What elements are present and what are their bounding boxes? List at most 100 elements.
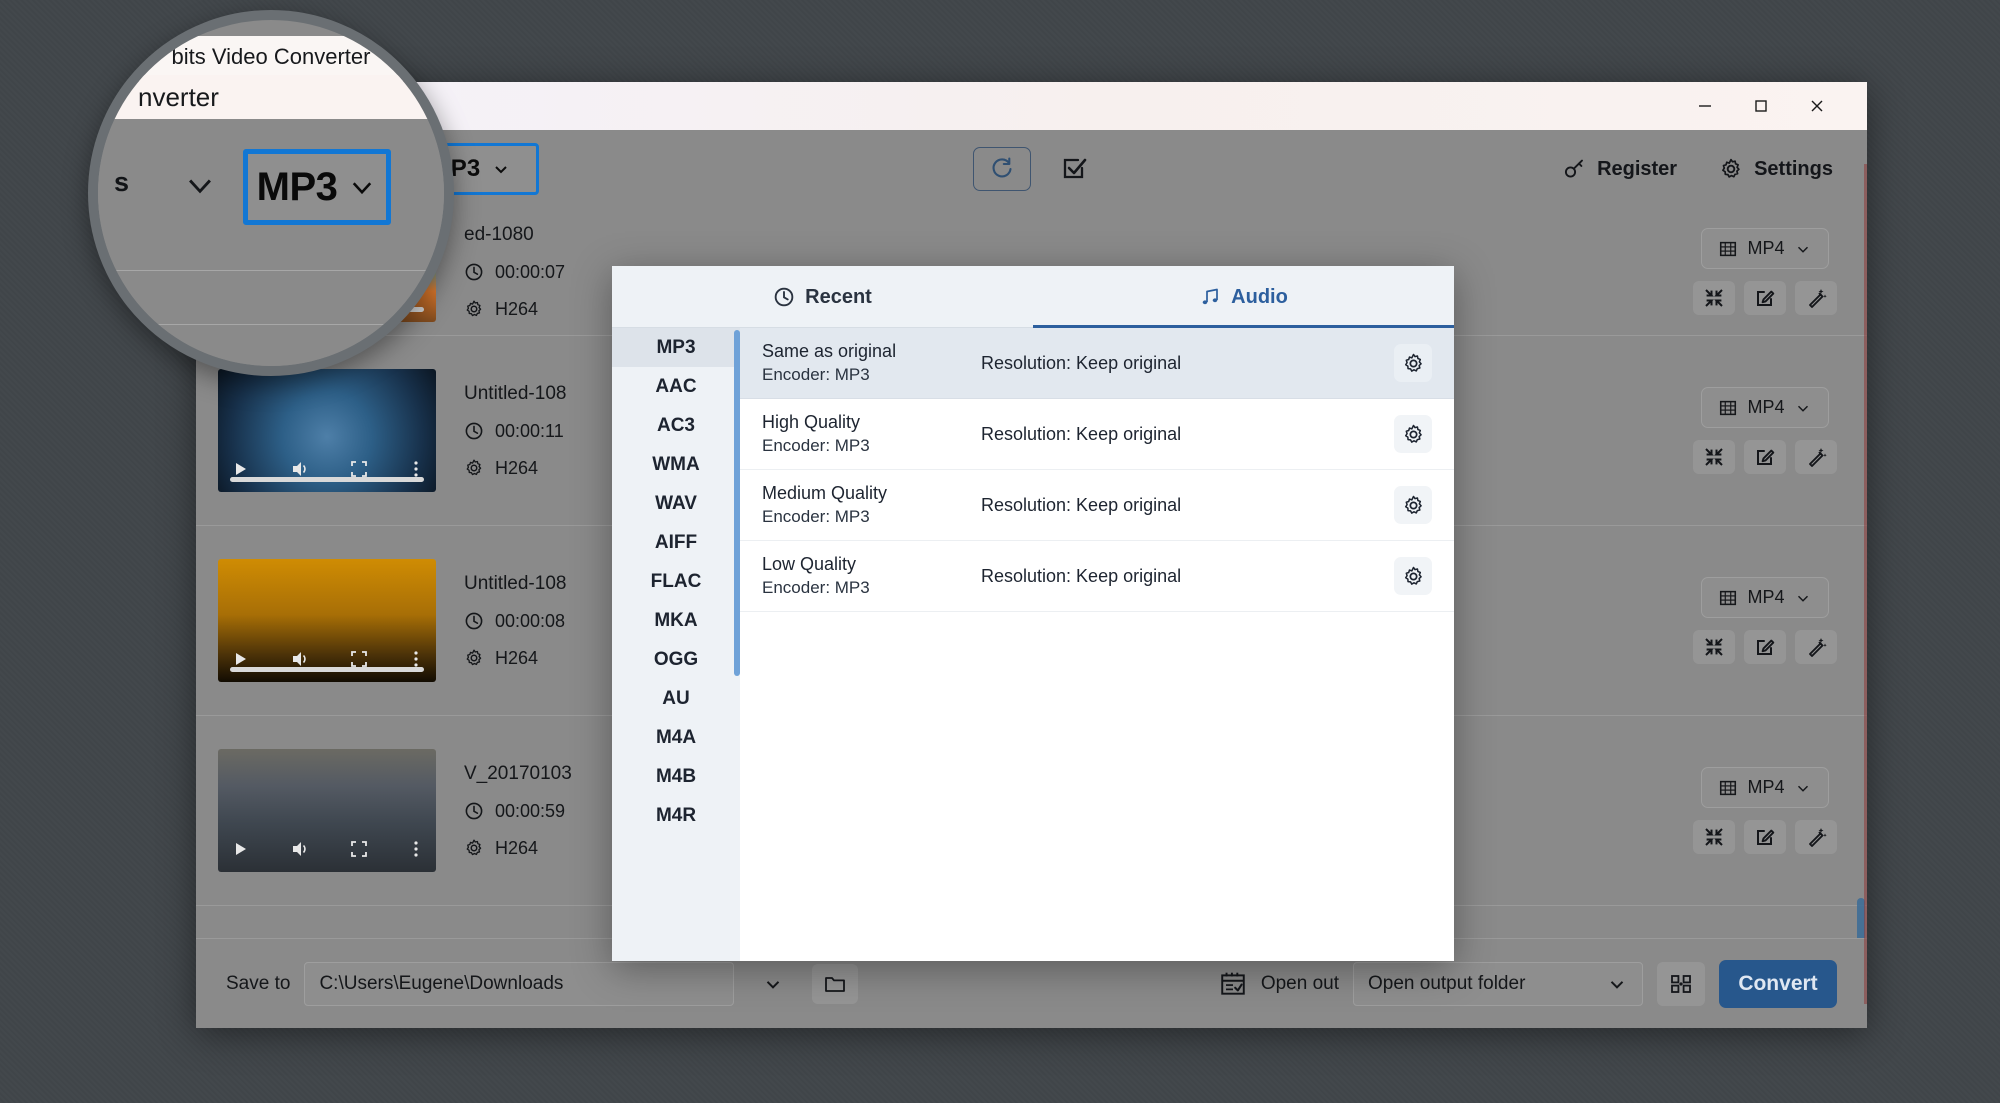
format-list[interactable]: MP3 AAC AC3 WMA WAV AIFF FLAC MKA OGG AU… — [612, 328, 740, 961]
format-item-wav[interactable]: WAV — [612, 484, 740, 523]
enhance-button[interactable] — [1795, 440, 1837, 474]
video-thumbnail[interactable] — [218, 369, 436, 492]
tab-recent-label: Recent — [805, 285, 872, 308]
edit-icon — [1757, 639, 1775, 655]
magnified-toolbar: s MP3 — [98, 119, 444, 366]
compress-button[interactable] — [1693, 820, 1735, 854]
format-item-flac[interactable]: FLAC — [612, 562, 740, 601]
save-path-value: C:\Users\Eugene\Downloads — [319, 972, 564, 994]
fullscreen-icon[interactable] — [349, 459, 369, 479]
browse-folder-button[interactable] — [812, 963, 859, 1004]
preset-name: Medium Quality — [762, 483, 888, 503]
more-options-icon[interactable] — [408, 459, 424, 479]
gear-icon — [466, 300, 482, 317]
gear-icon — [466, 839, 482, 856]
preset-row-medium-quality[interactable]: Medium Quality Encoder: MP3 Resolution: … — [740, 470, 1454, 541]
video-thumbnail[interactable] — [218, 749, 436, 872]
preset-settings-button[interactable] — [1394, 557, 1432, 595]
play-icon[interactable] — [230, 459, 250, 479]
preset-resolution: Resolution: Keep original — [981, 352, 1182, 373]
row-output-format[interactable]: MP4 — [1701, 577, 1829, 618]
format-item-m4a[interactable]: M4A — [612, 718, 740, 757]
enhance-button[interactable] — [1795, 820, 1837, 854]
format-item-m4b[interactable]: M4B — [612, 757, 740, 796]
fullscreen-icon[interactable] — [349, 649, 369, 669]
open-output-select[interactable]: Open output folder — [1353, 961, 1643, 1006]
chevron-down-icon — [182, 167, 218, 208]
row-output-format[interactable]: MP4 — [1701, 387, 1829, 428]
convert-button[interactable]: Convert — [1719, 959, 1837, 1008]
magnified-output-format-button[interactable]: MP3 — [243, 149, 391, 225]
tab-audio[interactable]: Audio — [1033, 266, 1454, 328]
preset-settings-button[interactable] — [1394, 486, 1432, 524]
file-name: V_20170103 — [464, 762, 572, 784]
panel-tabs: Recent Audio — [612, 266, 1454, 328]
preset-settings-button[interactable] — [1394, 415, 1432, 453]
calendar-check-icon — [1221, 972, 1245, 995]
preset-row-low-quality[interactable]: Low Quality Encoder: MP3 Resolution: Kee… — [740, 541, 1454, 612]
edit-button[interactable] — [1744, 281, 1786, 315]
chevron-down-icon — [353, 182, 372, 195]
preset-title-block: Low Quality Encoder: MP3 — [762, 554, 977, 598]
enhance-button[interactable] — [1795, 630, 1837, 664]
preset-row-same-as-original[interactable]: Same as original Encoder: MP3 Resolution… — [740, 328, 1454, 399]
row-format-value: MP4 — [1747, 238, 1785, 258]
format-item-ac3[interactable]: AC3 — [612, 406, 740, 445]
file-duration: 00:00:08 — [495, 610, 566, 631]
schedule-button[interactable] — [1219, 970, 1247, 998]
compress-icon — [1705, 638, 1723, 656]
row-output-format[interactable]: MP4 — [1701, 228, 1829, 269]
playback-progress[interactable] — [230, 477, 424, 482]
format-item-ogg[interactable]: OGG — [612, 640, 740, 679]
edit-button[interactable] — [1744, 630, 1786, 664]
format-item-aiff[interactable]: AIFF — [612, 523, 740, 562]
row-output-format[interactable]: MP4 — [1701, 767, 1829, 808]
play-icon[interactable] — [230, 649, 250, 669]
file-codec: H264 — [495, 457, 539, 478]
preset-settings-button[interactable] — [1394, 344, 1432, 382]
format-list-scrollbar-thumb[interactable] — [734, 330, 740, 676]
row-format-value: MP4 — [1747, 397, 1785, 417]
settings-button[interactable]: Settings — [1719, 157, 1833, 181]
register-button[interactable]: Register — [1562, 157, 1677, 181]
compress-button[interactable] — [1693, 440, 1735, 474]
file-duration-line: 00:00:11 — [464, 421, 566, 442]
playback-progress[interactable] — [230, 667, 424, 672]
play-icon[interactable] — [230, 839, 250, 859]
open-out-label: Open out — [1260, 972, 1339, 994]
preset-row-high-quality[interactable]: High Quality Encoder: MP3 Resolution: Ke… — [740, 399, 1454, 470]
compress-icon — [1705, 448, 1723, 466]
select-all-button[interactable] — [1057, 152, 1091, 186]
file-codec: H264 — [495, 298, 539, 319]
refresh-button[interactable] — [972, 147, 1031, 191]
format-item-au[interactable]: AU — [612, 679, 740, 718]
refresh-icon — [992, 157, 1012, 178]
gear-icon — [1404, 353, 1422, 372]
compress-button[interactable] — [1693, 281, 1735, 315]
more-options-icon[interactable] — [408, 649, 424, 669]
video-thumbnail[interactable] — [218, 559, 436, 682]
format-item-mka[interactable]: MKA — [612, 601, 740, 640]
maximize-button[interactable] — [1733, 82, 1789, 130]
volume-icon[interactable] — [289, 838, 311, 860]
file-meta: V_20170103 00:00:59 H264 — [464, 763, 572, 859]
more-options-icon[interactable] — [408, 839, 424, 859]
edit-button[interactable] — [1744, 440, 1786, 474]
edit-button[interactable] — [1744, 820, 1786, 854]
enhance-button[interactable] — [1795, 281, 1837, 315]
format-item-aac[interactable]: AAC — [612, 367, 740, 406]
format-item-mp3[interactable]: MP3 — [612, 328, 740, 367]
preset-name: Same as original — [762, 341, 897, 361]
row-actions: MP4 — [1693, 767, 1837, 854]
merge-button[interactable] — [1657, 961, 1705, 1006]
tab-audio-label: Audio — [1231, 285, 1288, 308]
compress-button[interactable] — [1693, 630, 1735, 664]
tab-recent[interactable]: Recent — [612, 266, 1033, 328]
format-item-m4r[interactable]: M4R — [612, 796, 740, 835]
format-item-wma[interactable]: WMA — [612, 445, 740, 484]
minimize-button[interactable] — [1677, 82, 1733, 130]
save-path-field[interactable]: C:\Users\Eugene\Downloads — [304, 961, 735, 1006]
save-path-dropdown[interactable] — [748, 973, 798, 995]
fullscreen-icon[interactable] — [349, 839, 369, 859]
close-button[interactable] — [1789, 82, 1845, 130]
